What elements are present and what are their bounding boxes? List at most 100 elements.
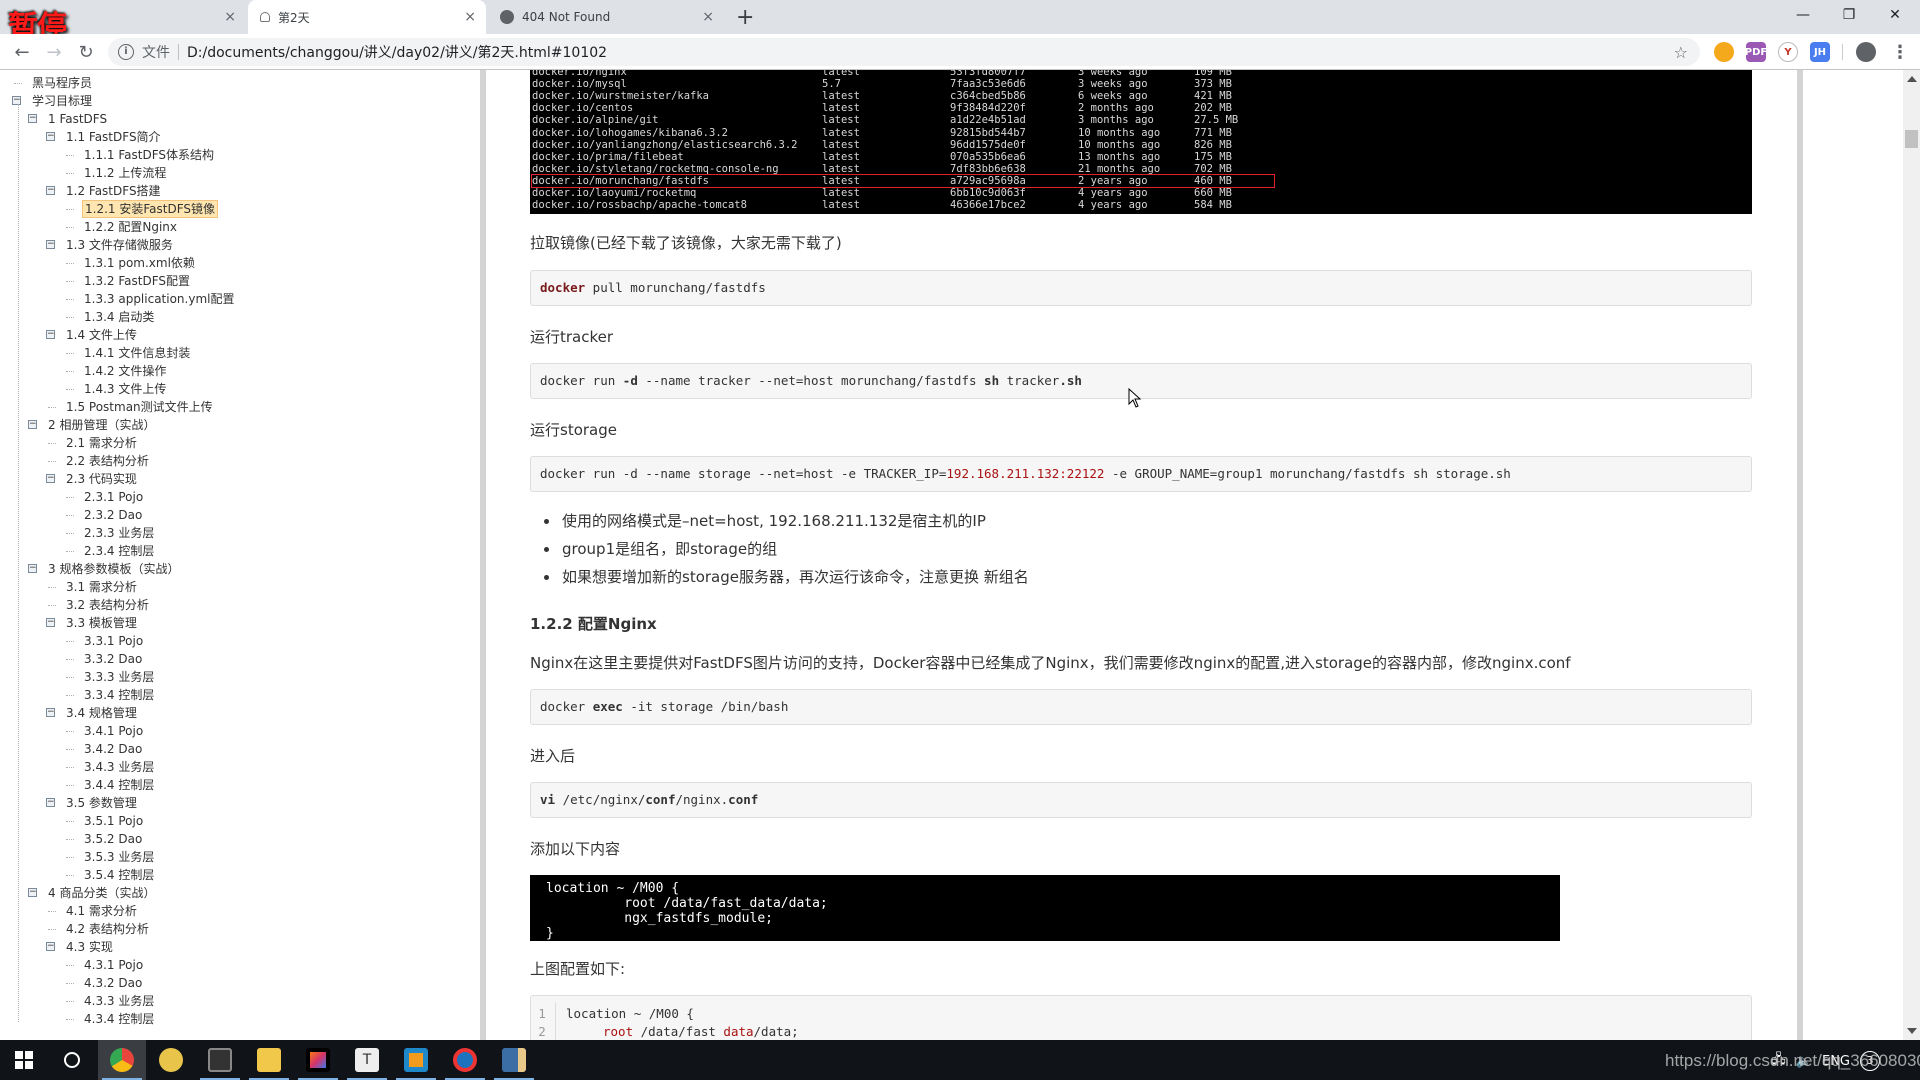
minimize-button[interactable]: — — [1780, 0, 1826, 30]
toc-item[interactable]: 3.2 表结构分析 — [64, 596, 151, 614]
toc-item[interactable]: 1.3.4 启动类 — [82, 308, 156, 326]
toc-item[interactable]: 3.4.1 Pojo — [82, 722, 145, 740]
toc-item[interactable]: 4.3.4 控制层 — [82, 1010, 156, 1028]
collapse-toggle-icon[interactable]: − — [46, 942, 55, 951]
profile-icon[interactable] — [1856, 42, 1876, 62]
back-button[interactable]: ← — [10, 40, 34, 64]
cortana-button[interactable] — [48, 1040, 96, 1080]
toc-item[interactable]: 1.3 文件存储微服务 — [64, 236, 175, 254]
toc-item[interactable]: 1.4 文件上传 — [64, 326, 139, 344]
toc-item[interactable]: 3.3.2 Dao — [82, 650, 144, 668]
toc-item[interactable]: 1.4.2 文件操作 — [82, 362, 168, 380]
collapse-toggle-icon[interactable]: − — [46, 132, 55, 141]
close-tab-icon[interactable]: × — [464, 9, 476, 25]
toc-item[interactable]: 1.4.3 文件上传 — [82, 380, 168, 398]
collapse-toggle-icon[interactable]: − — [46, 186, 55, 195]
collapse-toggle-icon[interactable]: − — [46, 618, 55, 627]
toc-item[interactable]: 黑马程序员 — [30, 74, 94, 92]
info-icon[interactable]: i — [118, 44, 134, 60]
toc-item[interactable]: 3.1 需求分析 — [64, 578, 139, 596]
new-tab-button[interactable]: + — [728, 0, 768, 34]
toc-item[interactable]: 3.5.2 Dao — [82, 830, 144, 848]
collapse-toggle-icon[interactable]: − — [28, 564, 37, 573]
collapse-toggle-icon[interactable]: − — [28, 114, 37, 123]
typora-app[interactable]: T — [343, 1040, 391, 1080]
collapse-toggle-icon[interactable]: − — [46, 474, 55, 483]
toc-item[interactable]: 1.2 FastDFS搭建 — [64, 182, 163, 200]
vmware-app[interactable] — [392, 1040, 440, 1080]
jh-extension-icon[interactable]: JH — [1810, 42, 1830, 62]
toc-item[interactable]: 3.4.3 业务层 — [82, 758, 156, 776]
y-extension-icon[interactable]: Y — [1778, 42, 1798, 62]
yellow-app[interactable] — [147, 1040, 195, 1080]
close-window-button[interactable]: ✕ — [1872, 0, 1918, 30]
start-button[interactable] — [0, 1040, 48, 1080]
toc-item[interactable]: 1 FastDFS — [46, 110, 109, 128]
bookmark-star-icon[interactable]: ☆ — [1674, 43, 1688, 62]
collapse-toggle-icon[interactable]: − — [46, 798, 55, 807]
toc-item[interactable]: 3 规格参数模板（实战） — [46, 560, 181, 578]
vertical-scrollbar[interactable] — [1903, 70, 1920, 1040]
toc-item[interactable]: 4.2 表结构分析 — [64, 920, 151, 938]
menu-icon[interactable]: ⋮ — [1888, 40, 1912, 64]
scroll-up-arrow-icon[interactable] — [1907, 76, 1917, 82]
file-explorer-app[interactable] — [245, 1040, 293, 1080]
toc-item[interactable]: 3.3 模板管理 — [64, 614, 139, 632]
reload-button[interactable]: ↻ — [74, 40, 98, 64]
tab-active[interactable]: 第2天 × — [248, 0, 486, 34]
toc-item[interactable]: 1.3.3 application.yml配置 — [82, 290, 236, 308]
address-bar[interactable]: i 文件 D:/documents/changgou/讲义/day02/讲义/第… — [108, 38, 1700, 66]
url-text[interactable]: D:/documents/changgou/讲义/day02/讲义/第2天.ht… — [187, 42, 607, 62]
navicat-app[interactable] — [441, 1040, 489, 1080]
toc-item[interactable]: 3.4.4 控制层 — [82, 776, 156, 794]
toc-item[interactable]: 1.1 FastDFS简介 — [64, 128, 163, 146]
collapse-toggle-icon[interactable]: − — [46, 708, 55, 717]
toc-item[interactable]: 3.3.1 Pojo — [82, 632, 145, 650]
toc-item[interactable]: 1.2.2 配置Nginx — [82, 218, 179, 236]
toc-item[interactable]: 2.1 需求分析 — [64, 434, 139, 452]
toc-item[interactable]: 4.3.3 业务层 — [82, 992, 156, 1010]
toc-item[interactable]: 3.5 参数管理 — [64, 794, 139, 812]
toc-item[interactable]: 1.1.2 上传流程 — [82, 164, 168, 182]
xshell-app[interactable] — [196, 1040, 244, 1080]
toc-item[interactable]: 4.3.1 Pojo — [82, 956, 145, 974]
close-tab-icon[interactable]: × — [224, 9, 236, 25]
toc-item[interactable]: 2.3.3 业务层 — [82, 524, 156, 542]
toc-item[interactable]: 3.4.2 Dao — [82, 740, 144, 758]
close-tab-icon[interactable]: × — [702, 9, 714, 25]
toc-item[interactable]: 4 商品分类（实战） — [46, 884, 157, 902]
intellij-app[interactable] — [294, 1040, 342, 1080]
toc-item[interactable]: 4.3 实现 — [64, 938, 115, 956]
collapse-toggle-icon[interactable]: − — [28, 888, 37, 897]
toc-item[interactable]: 2 相册管理（实战） — [46, 416, 157, 434]
toc-item[interactable]: 3.3.4 控制层 — [82, 686, 156, 704]
sublime-app[interactable] — [490, 1040, 538, 1080]
toc-item[interactable]: 1.3.1 pom.xml依赖 — [82, 254, 197, 272]
toc-item[interactable]: 学习目标理 — [30, 92, 94, 110]
toc-item[interactable]: 1.4.1 文件信息封装 — [82, 344, 192, 362]
toc-item[interactable]: 3.5.4 控制层 — [82, 866, 156, 884]
maximize-button[interactable]: ❐ — [1826, 0, 1872, 30]
toc-item[interactable]: 3.5.1 Pojo — [82, 812, 145, 830]
toc-item[interactable]: 2.3 代码实现 — [64, 470, 139, 488]
scroll-thumb[interactable] — [1905, 130, 1918, 148]
toc-item[interactable]: 3.3.3 业务层 — [82, 668, 156, 686]
toc-item[interactable]: 2.2 表结构分析 — [64, 452, 151, 470]
extension-orange-icon[interactable] — [1714, 42, 1734, 62]
toc-item[interactable]: 1.3.2 FastDFS配置 — [82, 272, 192, 290]
toc-item[interactable]: 1.1.1 FastDFS体系结构 — [82, 146, 216, 164]
tab-404[interactable]: 404 Not Found × — [488, 0, 724, 34]
toc-item[interactable]: 2.3.2 Dao — [82, 506, 144, 524]
toc-item[interactable]: 1.2.1 安装FastDFS镜像 — [82, 200, 219, 218]
collapse-toggle-icon[interactable]: − — [46, 240, 55, 249]
toc-item[interactable]: 2.3.4 控制层 — [82, 542, 156, 560]
toc-item[interactable]: 1.5 Postman测试文件上传 — [64, 398, 215, 416]
collapse-toggle-icon[interactable]: − — [28, 420, 37, 429]
toc-item[interactable]: 4.1 需求分析 — [64, 902, 139, 920]
scroll-down-arrow-icon[interactable] — [1907, 1028, 1917, 1034]
toc-item[interactable]: 3.4 规格管理 — [64, 704, 139, 722]
collapse-toggle-icon[interactable]: − — [12, 96, 21, 105]
collapse-toggle-icon[interactable]: − — [46, 330, 55, 339]
pdf-extension-icon[interactable]: PDF — [1745, 42, 1767, 62]
toc-item[interactable]: 2.3.1 Pojo — [82, 488, 145, 506]
